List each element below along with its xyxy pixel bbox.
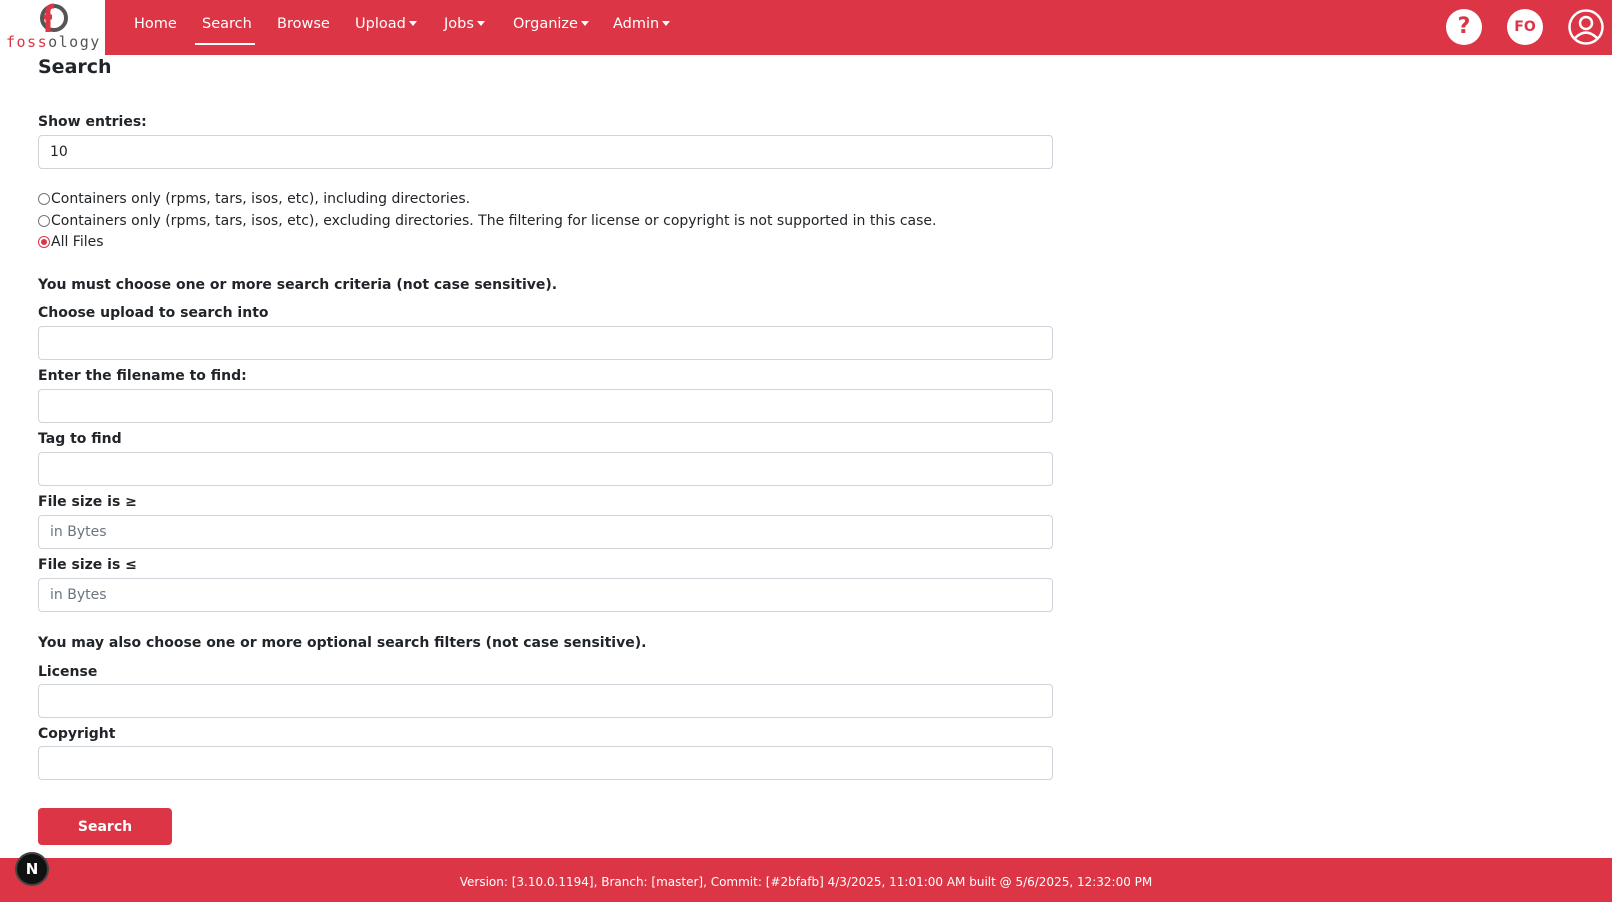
filename-label: Enter the filename to find: [38,368,247,384]
caret-down-icon [408,20,417,26]
nav-active-indicator [195,43,255,45]
caret-down-icon [476,20,485,26]
nav-admin[interactable]: Admin [613,16,671,40]
dev-tools-badge[interactable]: N [15,852,49,886]
show-entries-input[interactable] [38,135,1053,169]
criteria-note: You must choose one or more search crite… [38,277,558,293]
size-min-label: File size is ≥ [38,494,137,510]
search-submit-button[interactable]: Search [38,808,172,845]
radio-button[interactable] [38,215,50,227]
footer: Version: [3.10.0.1194], Branch: [master]… [0,858,1612,902]
nav-home[interactable]: Home [134,16,177,40]
caret-down-icon [662,20,671,26]
caret-down-icon [580,20,589,26]
license-input[interactable] [38,684,1053,718]
top-navbar: fossology Home Search Browse Upload Jobs… [0,0,1612,55]
help-button[interactable]: ? [1446,9,1482,45]
filters-note: You may also choose one or more optional… [38,635,647,651]
license-label: License [38,664,98,680]
nav-search[interactable]: Search [202,16,252,40]
fossology-logo-icon [40,3,68,32]
radio-containers-excluding-dirs[interactable]: Containers only (rpms, tars, isos, etc),… [38,213,936,229]
size-max-label: File size is ≤ [38,557,137,573]
size-min-input[interactable] [38,515,1053,549]
radio-label: Containers only (rpms, tars, isos, etc),… [51,191,471,207]
upload-label: Choose upload to search into [38,305,269,321]
tag-label: Tag to find [38,431,122,447]
radio-button[interactable] [38,193,50,205]
copyright-input[interactable] [38,746,1053,780]
radio-all-files[interactable]: All Files [38,234,104,250]
nav-upload[interactable]: Upload [355,16,417,40]
radio-label: Containers only (rpms, tars, isos, etc),… [51,213,937,229]
size-max-input[interactable] [38,578,1053,612]
filename-input[interactable] [38,389,1053,423]
fossology-logo[interactable]: fossology [0,0,105,55]
radio-containers-including-dirs[interactable]: Containers only (rpms, tars, isos, etc),… [38,191,470,207]
page-title: Search [38,56,112,78]
nav-organize[interactable]: Organize [513,16,589,40]
logo-wordmark: fossology [6,33,101,51]
tag-input[interactable] [38,452,1053,486]
upload-input[interactable] [38,326,1053,360]
question-icon: ? [1457,14,1471,39]
radio-button-checked[interactable] [38,236,50,248]
nav-jobs[interactable]: Jobs [444,16,485,40]
nav-browse[interactable]: Browse [277,16,330,40]
radio-label: All Files [51,234,104,250]
profile-button[interactable] [1568,9,1604,45]
copyright-label: Copyright [38,726,116,742]
user-initials-button[interactable]: FO [1507,9,1543,45]
version-info: Version: [3.10.0.1194], Branch: [master]… [459,875,1153,889]
show-entries-label: Show entries: [38,114,147,130]
user-circle-icon [1568,9,1604,45]
